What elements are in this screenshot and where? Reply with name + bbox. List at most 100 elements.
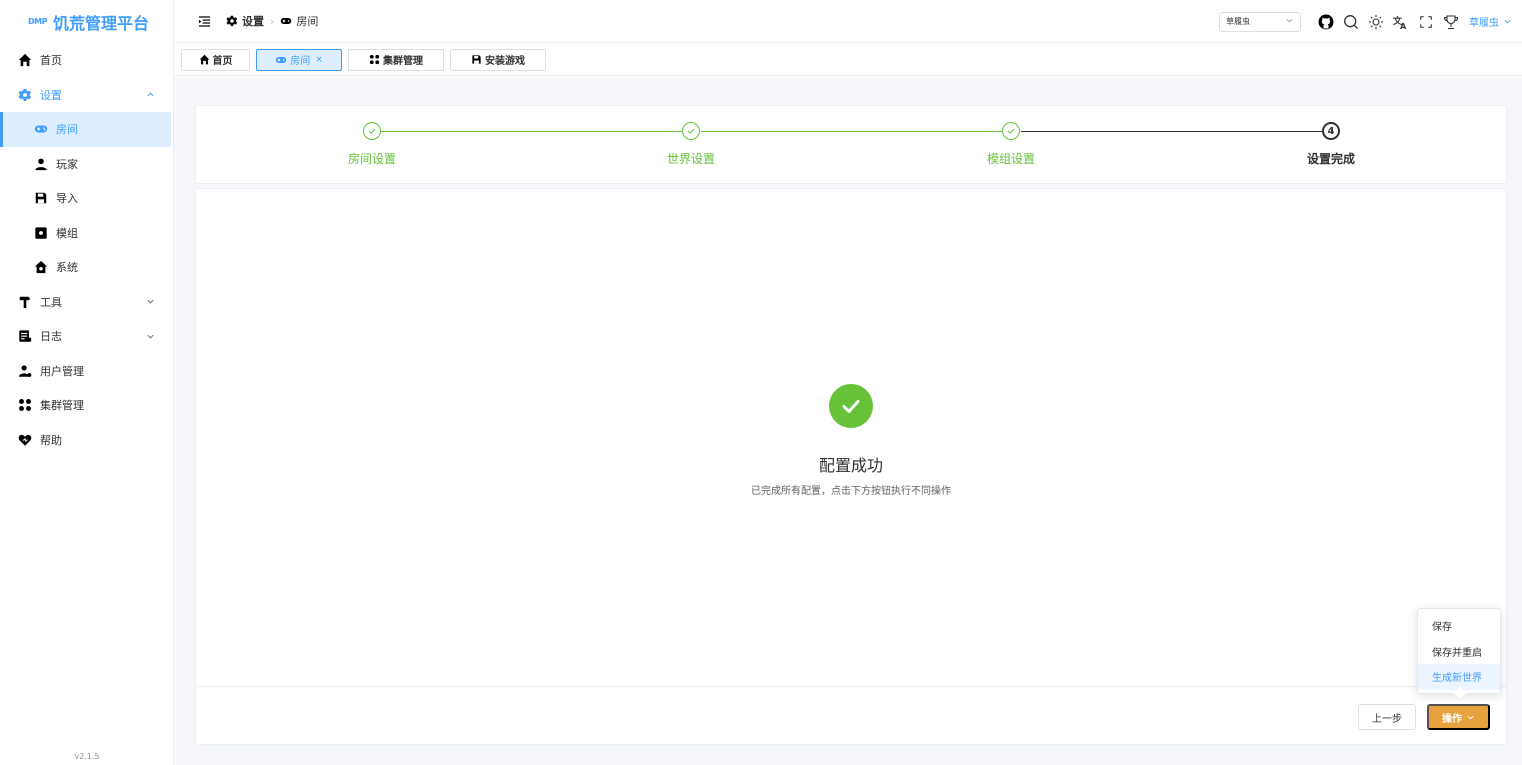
user-name: 草履虫 [1469, 18, 1499, 29]
result-subtitle: 已完成所有配置，点击下方按钮执行不同操作 [751, 486, 951, 497]
tab-label: 房间 [290, 56, 311, 67]
step-3-check-icon [1002, 122, 1020, 140]
logo[interactable]: DMP 饥荒管理平台 [0, 0, 173, 43]
svg-text:A: A [1400, 22, 1407, 30]
gamepad-icon [275, 54, 287, 66]
fullscreen-icon[interactable] [1418, 14, 1434, 30]
translate-icon[interactable]: 文A [1393, 14, 1409, 30]
tab-label: 安装游戏 [485, 56, 525, 67]
main-content: 4 房间设置 世界设置 模组设置 设置完成 配置成功 已完成所有配置，点击下方按… [174, 77, 1522, 765]
user-icon [34, 157, 48, 171]
home-icon [199, 54, 210, 65]
steps-card: 4 房间设置 世界设置 模组设置 设置完成 [195, 105, 1507, 184]
home-icon [18, 53, 32, 67]
sidebar-item-tools[interactable]: 工具 [0, 285, 173, 320]
breadcrumb-separator: › [270, 14, 275, 28]
footer-divider [196, 686, 1506, 687]
sidebar-item-label: 设置 [40, 88, 62, 102]
result-card: 配置成功 已完成所有配置，点击下方按钮执行不同操作 上一步 操作 [195, 188, 1507, 745]
sidebar-item-import[interactable]: 导入 [0, 181, 173, 216]
sidebar-item-logs[interactable]: 日志 [0, 319, 173, 354]
sidebar: DMP 饥荒管理平台 首页 设置 房间 玩家 导入 模组 系统 工具 日志 用户… [0, 0, 174, 765]
cluster-icon [369, 54, 380, 65]
operation-dropdown-button[interactable]: 操作 [1427, 704, 1490, 730]
header-actions: 草履虫 文A 草履虫 [1219, 0, 1512, 43]
sidebar-item-label: 帮助 [40, 433, 62, 447]
chevron-down-icon [1285, 16, 1294, 27]
chevron-down-icon [145, 297, 155, 307]
house-icon [34, 260, 48, 274]
tabs-bar: 首页 房间 × 集群管理 安装游戏 [174, 44, 1522, 76]
dropdown-item-save-restart[interactable]: 保存并重启 [1418, 639, 1500, 665]
sidebar-item-label: 日志 [40, 330, 62, 344]
success-check-icon [829, 384, 873, 428]
prev-step-button[interactable]: 上一步 [1358, 704, 1416, 730]
cluster-icon [18, 398, 32, 412]
dropdown-item-save[interactable]: 保存 [1418, 613, 1500, 639]
version-label: v2.1.5 [74, 752, 100, 761]
sidebar-item-label: 模组 [56, 226, 78, 240]
sidebar-item-label: 首页 [40, 54, 62, 68]
chevron-down-icon [1503, 17, 1512, 26]
collapse-menu-icon[interactable] [198, 14, 212, 28]
breadcrumb-label: 设置 [242, 15, 264, 28]
sidebar-item-help[interactable]: 帮助 [0, 423, 173, 458]
cluster-select-value: 草履虫 [1226, 17, 1250, 26]
module-icon [34, 226, 48, 240]
sidebar-item-system[interactable]: 系统 [0, 250, 173, 285]
trophy-icon[interactable] [1443, 14, 1459, 30]
sidebar-item-cluster[interactable]: 集群管理 [0, 388, 173, 423]
step-3-title: 模组设置 [986, 152, 1035, 166]
tab-label: 集群管理 [383, 56, 423, 67]
top-header: 设置 › 房间 草履虫 文A 草履虫 [174, 0, 1522, 43]
breadcrumb: 设置 › 房间 [226, 13, 318, 29]
breadcrumb-item-room: 房间 [280, 13, 318, 29]
step-4-number: 4 [1322, 122, 1340, 140]
sidebar-item-player[interactable]: 玩家 [0, 147, 173, 182]
sidebar-item-label: 集群管理 [40, 399, 84, 413]
dropdown-item-generate-world[interactable]: 生成新世界 [1418, 664, 1500, 690]
step-connector-1 [381, 131, 692, 132]
close-icon[interactable]: × [315, 55, 323, 65]
breadcrumb-label: 房间 [296, 15, 319, 28]
step-1-title: 房间设置 [347, 152, 396, 166]
help-heart-icon [18, 433, 32, 447]
search-icon[interactable] [1343, 14, 1359, 30]
save-icon [471, 54, 482, 65]
user-menu[interactable]: 草履虫 [1469, 14, 1512, 29]
result-title: 配置成功 [818, 456, 883, 475]
sidebar-item-user-admin[interactable]: 用户管理 [0, 354, 173, 389]
tab-install-game[interactable]: 安装游戏 [450, 48, 546, 71]
sidebar-menu: 首页 设置 房间 玩家 导入 模组 系统 工具 日志 用户管理 集群管理 帮助 [0, 43, 173, 457]
breadcrumb-item-settings[interactable]: 设置 [226, 13, 264, 29]
step-4-title: 设置完成 [1306, 152, 1355, 166]
github-icon[interactable] [1318, 14, 1334, 30]
chevron-down-icon [1466, 713, 1475, 722]
sidebar-item-settings[interactable]: 设置 [0, 78, 173, 113]
cluster-select[interactable]: 草履虫 [1219, 11, 1301, 32]
step-connector-2 [701, 131, 1012, 132]
chevron-up-icon [145, 90, 155, 100]
log-icon [18, 329, 32, 343]
sidebar-item-label: 玩家 [56, 157, 78, 171]
tab-label: 首页 [212, 56, 233, 67]
step-2-title: 世界设置 [666, 152, 715, 166]
step-1-check-icon [363, 122, 381, 140]
sidebar-item-room[interactable]: 房间 [0, 112, 171, 147]
app-title: 饥荒管理平台 [52, 13, 149, 33]
sidebar-item-home[interactable]: 首页 [0, 43, 173, 78]
hammer-icon [18, 295, 32, 309]
gamepad-icon [280, 15, 292, 27]
tab-home[interactable]: 首页 [181, 48, 250, 71]
sidebar-item-label: 工具 [40, 295, 62, 309]
step-connector-3 [1021, 131, 1322, 132]
tab-cluster[interactable]: 集群管理 [348, 48, 444, 71]
step-2-check-icon [682, 122, 700, 140]
operation-label: 操作 [1442, 713, 1462, 725]
sidebar-item-mods[interactable]: 模组 [0, 216, 173, 251]
gear-icon [226, 15, 238, 27]
sidebar-item-label: 房间 [56, 123, 78, 137]
tab-room[interactable]: 房间 × [256, 48, 342, 71]
sun-theme-icon[interactable] [1368, 14, 1384, 30]
logo-mark: DMP [28, 17, 47, 26]
